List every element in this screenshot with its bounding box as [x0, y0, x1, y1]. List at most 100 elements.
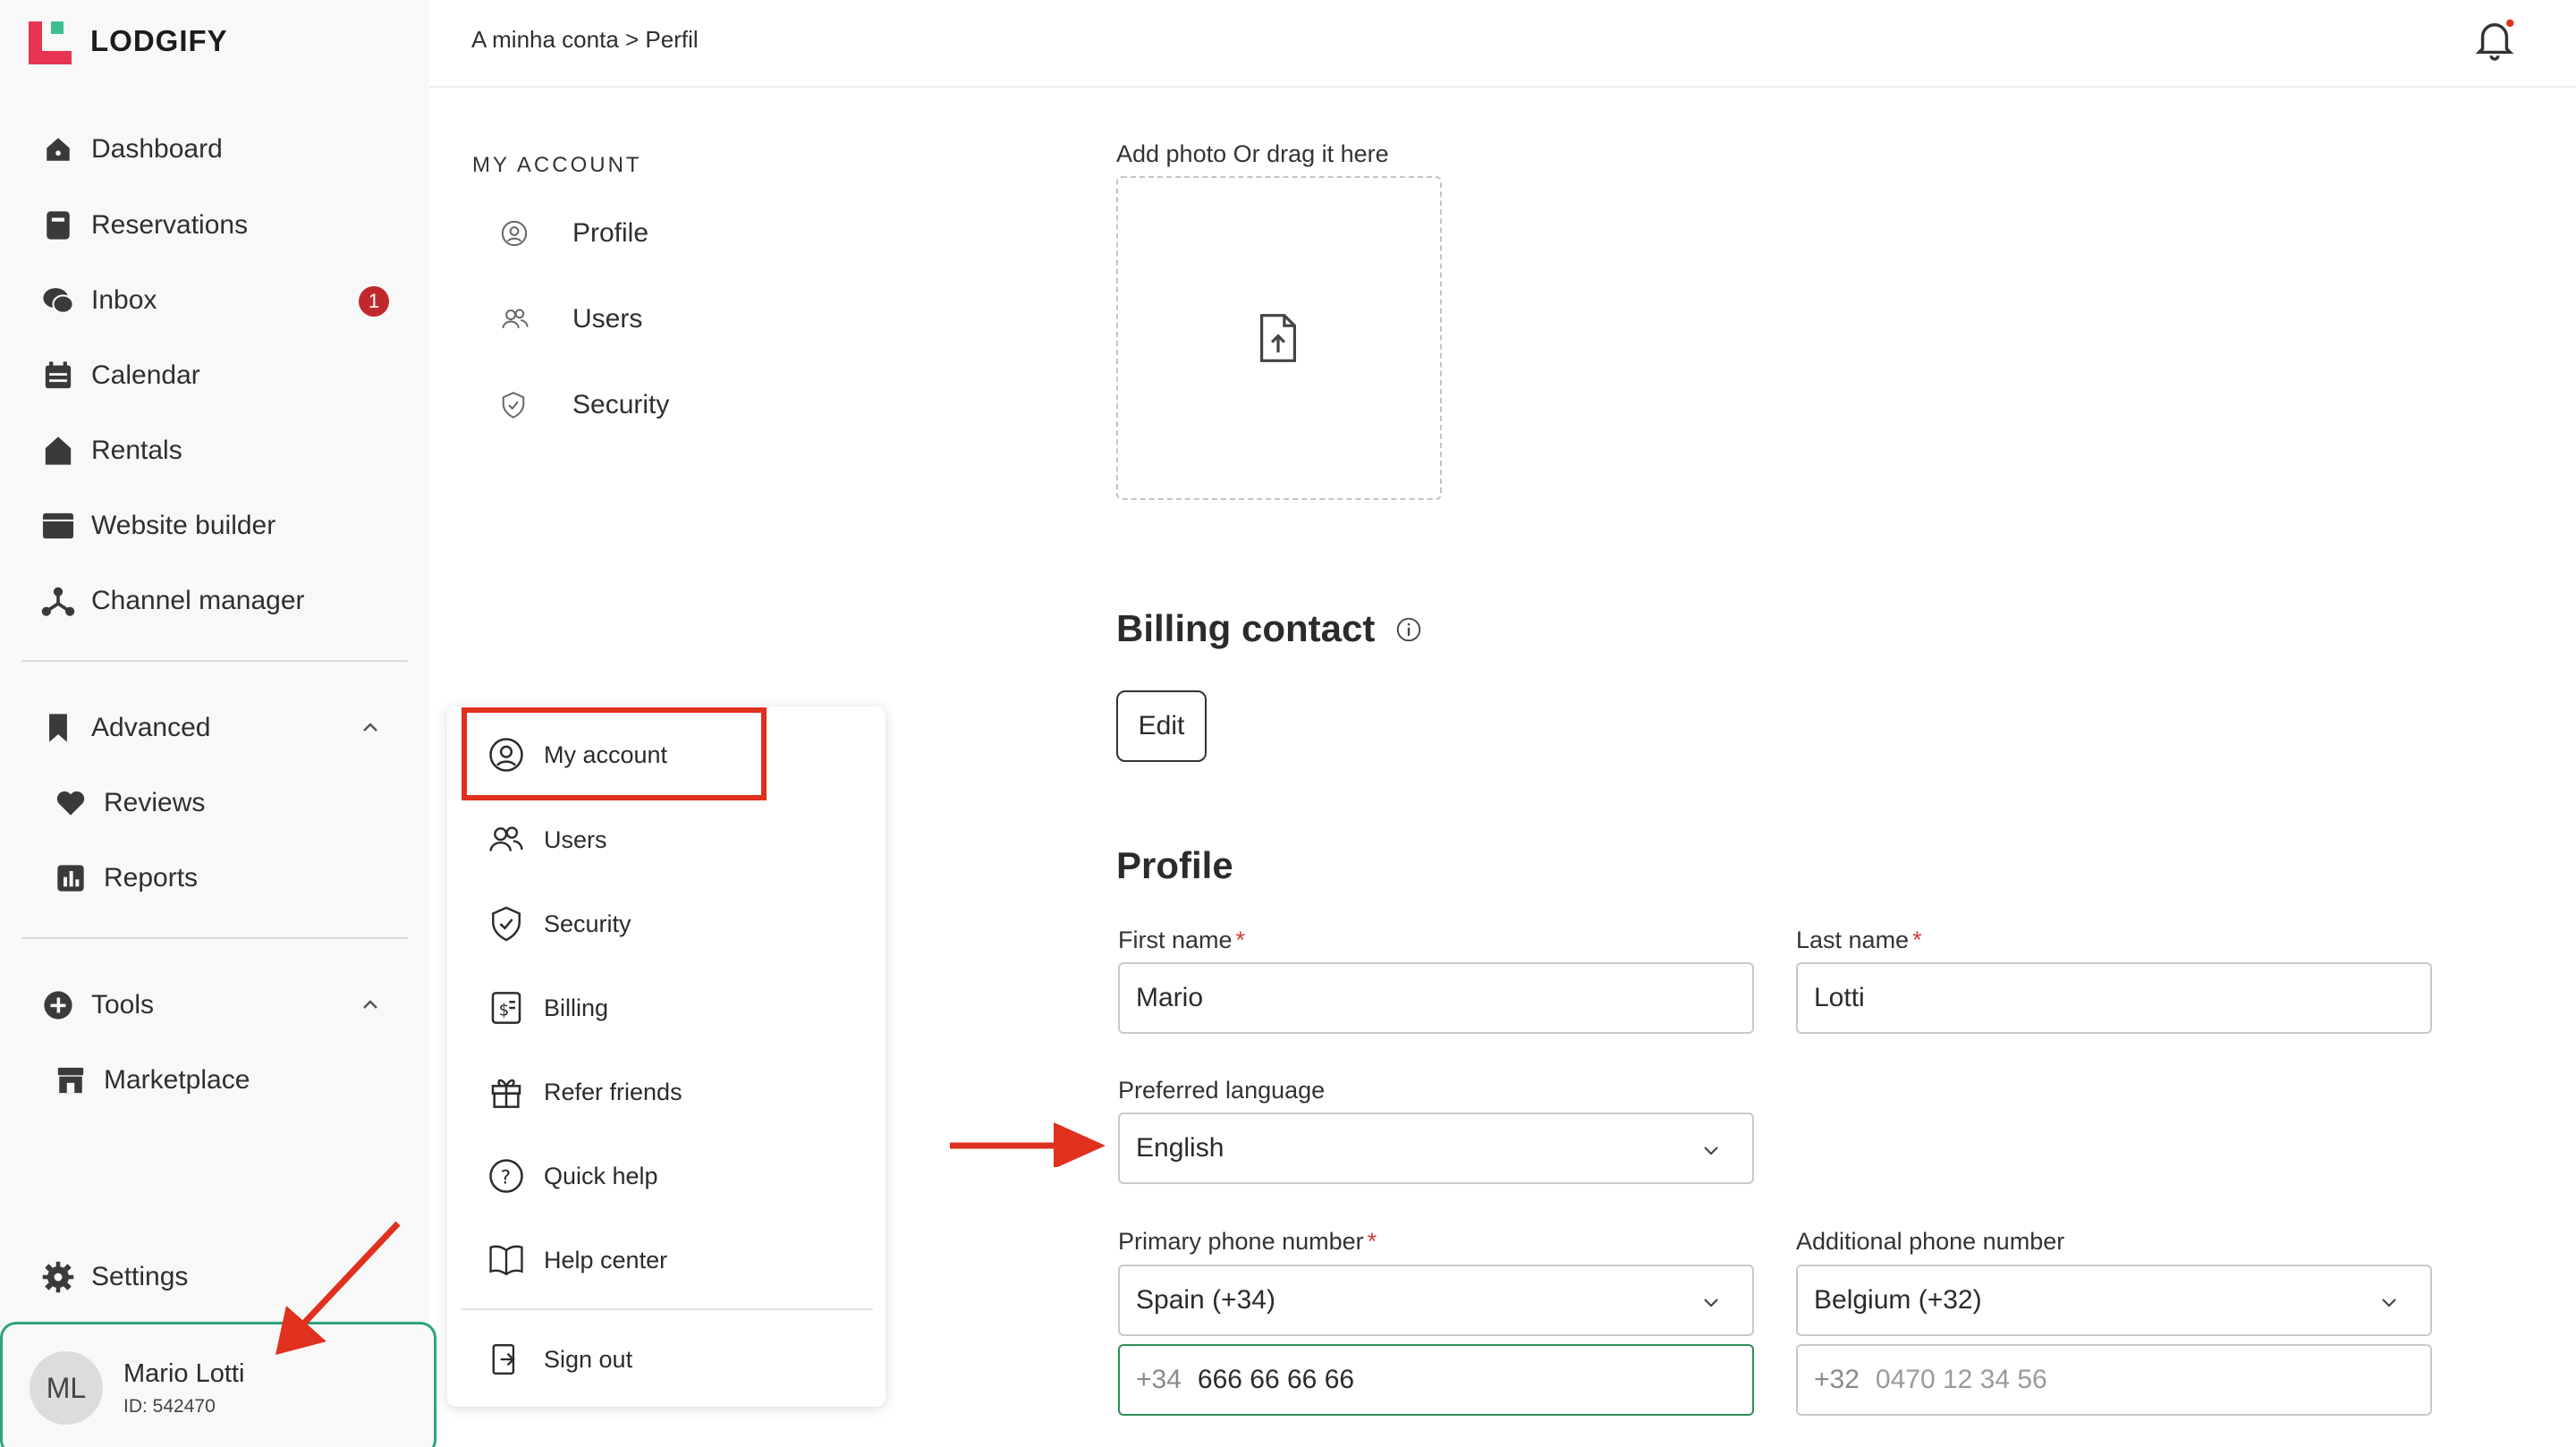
sidebar-group-label: Advanced — [91, 713, 211, 742]
shield-check-icon — [487, 904, 526, 944]
additional-phone-country-select[interactable]: Belgium (+32) — [1796, 1265, 2432, 1336]
menu-item-sign-out[interactable]: Sign out — [487, 1336, 632, 1383]
sidebar-item-reviews[interactable]: Reviews — [52, 776, 205, 830]
bookmark-icon — [39, 709, 77, 747]
sidebar-item-label: Reviews — [104, 788, 206, 817]
annotation-highlight-box — [462, 707, 767, 800]
sidebar-group-label: Tools — [91, 990, 155, 1020]
user-id: ID: 542470 — [123, 1396, 216, 1417]
sidebar-divider — [21, 937, 408, 939]
sidebar-item-label: Website builder — [91, 511, 276, 540]
sidebar-item-label: Calendar — [91, 360, 200, 390]
book-icon — [39, 207, 77, 244]
account-nav-security[interactable]: Security — [501, 383, 669, 427]
first-name-field[interactable]: Mario — [1118, 962, 1754, 1034]
sign-out-icon — [487, 1340, 526, 1379]
menu-item-label: Billing — [544, 994, 609, 1021]
account-nav-users[interactable]: Users — [501, 297, 642, 342]
lodgify-logo-icon — [29, 21, 72, 64]
chevron-down-icon — [1704, 1147, 1718, 1155]
sidebar-item-website-builder[interactable]: Website builder — [39, 499, 275, 553]
chevron-up-icon[interactable] — [360, 994, 381, 1016]
sidebar-item-label: Settings — [91, 1262, 189, 1291]
heart-icon — [52, 784, 89, 822]
network-icon — [39, 582, 77, 620]
account-nav-label: Security — [572, 390, 670, 419]
preferred-language-select[interactable]: English — [1118, 1113, 1754, 1184]
menu-item-users[interactable]: Users — [487, 817, 607, 863]
primary-phone-country-select[interactable]: Spain (+34) — [1118, 1265, 1754, 1336]
home-icon — [39, 131, 77, 168]
sidebar-item-calendar[interactable]: Calendar — [39, 349, 200, 402]
info-icon[interactable] — [1396, 617, 1421, 642]
sidebar-item-settings[interactable]: Settings — [39, 1250, 188, 1304]
sidebar-item-reports[interactable]: Reports — [52, 851, 198, 905]
account-section-label: MY ACCOUNT — [472, 153, 642, 177]
sidebar-group-advanced[interactable]: Advanced — [39, 701, 210, 755]
menu-item-billing[interactable]: $ Billing — [487, 985, 608, 1031]
last-name-field[interactable]: Lotti — [1796, 962, 2432, 1034]
billing-contact-title: Billing contact — [1116, 607, 1376, 649]
annotation-arrow-icon — [950, 1122, 1106, 1167]
sidebar-group-tools[interactable]: Tools — [39, 978, 154, 1032]
chevron-down-icon — [2382, 1299, 2396, 1307]
menu-item-label: Help center — [544, 1246, 668, 1274]
sidebar-item-channel-manager[interactable]: Channel manager — [39, 574, 305, 628]
primary-phone-label: Primary phone number * — [1118, 1228, 1377, 1255]
chevron-up-icon[interactable] — [360, 717, 381, 739]
sidebar-item-label: Rentals — [91, 436, 182, 465]
user-circle-icon — [501, 220, 544, 247]
sidebar-item-rentals[interactable]: Rentals — [39, 424, 182, 478]
menu-item-label: Security — [544, 910, 631, 937]
edit-billing-button[interactable]: Edit — [1116, 690, 1207, 762]
file-upload-icon — [1259, 314, 1297, 362]
users-icon — [487, 820, 526, 859]
menu-item-help-center[interactable]: Help center — [487, 1237, 667, 1283]
house-icon — [39, 432, 77, 470]
chat-icon — [39, 282, 77, 319]
preferred-language-label: Preferred language — [1118, 1077, 1326, 1104]
avatar[interactable]: ML — [30, 1351, 103, 1425]
sidebar-item-inbox[interactable]: Inbox — [39, 274, 157, 327]
menu-item-label: Quick help — [544, 1162, 658, 1189]
first-name-label: First name * — [1118, 927, 1246, 953]
sidebar-item-marketplace[interactable]: Marketplace — [52, 1054, 250, 1107]
calendar-icon — [39, 357, 77, 394]
sidebar-item-label: Channel manager — [91, 586, 305, 615]
chart-icon — [52, 859, 89, 897]
primary-phone-input[interactable]: +34 666 66 66 66 — [1118, 1344, 1754, 1416]
additional-phone-input[interactable]: +32 0470 12 34 56 — [1796, 1344, 2432, 1416]
menu-item-label: Users — [544, 825, 607, 853]
annotation-arrow-icon — [275, 1221, 401, 1355]
svg-text:?: ? — [501, 1166, 512, 1189]
menu-item-label: Sign out — [544, 1345, 633, 1373]
sidebar-divider — [21, 660, 408, 662]
svg-text:$: $ — [499, 1001, 510, 1020]
menu-item-label: Refer friends — [544, 1078, 682, 1105]
bell-icon[interactable] — [2474, 18, 2515, 63]
breadcrumb[interactable]: A minha conta > Perfil — [471, 26, 699, 54]
brand-name: LODGIFY — [90, 24, 228, 57]
store-icon — [52, 1062, 89, 1099]
invoice-icon: $ — [487, 988, 526, 1028]
sidebar-item-label: Reports — [104, 863, 199, 893]
sidebar-item-label: Inbox — [91, 285, 157, 315]
last-name-label: Last name * — [1796, 927, 1922, 953]
menu-item-refer-friends[interactable]: Refer friends — [487, 1069, 682, 1115]
gear-icon — [39, 1258, 77, 1296]
sidebar-item-label: Dashboard — [91, 134, 223, 164]
account-nav-profile[interactable]: Profile — [501, 211, 648, 256]
users-icon — [501, 306, 544, 333]
menu-item-security[interactable]: Security — [487, 901, 631, 947]
profile-section-title: Profile — [1116, 844, 1233, 886]
menu-item-quick-help[interactable]: ? Quick help — [487, 1153, 658, 1199]
top-header — [429, 0, 2576, 88]
sidebar-item-dashboard[interactable]: Dashboard — [39, 123, 223, 176]
sidebar-item-reservations[interactable]: Reservations — [39, 199, 248, 252]
user-name: Mario Lotti — [123, 1359, 245, 1388]
sidebar-item-label: Marketplace — [104, 1065, 250, 1095]
plus-circle-icon — [39, 986, 77, 1024]
user-dropdown-menu — [447, 707, 886, 1407]
additional-phone-label: Additional phone number — [1796, 1228, 2065, 1255]
account-nav-label: Users — [572, 304, 643, 334]
